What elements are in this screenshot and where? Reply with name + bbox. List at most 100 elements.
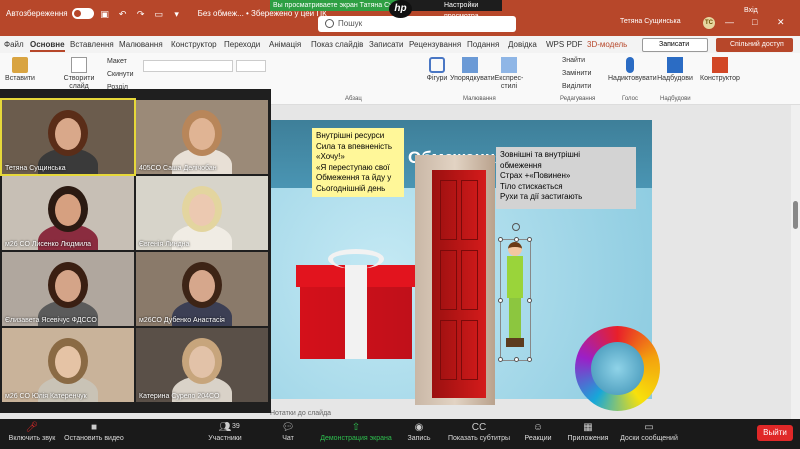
font-size-field[interactable] [236,60,266,72]
close-icon[interactable]: ✕ [777,17,785,28]
user-name[interactable]: Тетяна Сущинська [620,18,681,25]
selection-box[interactable] [498,223,532,362]
resize-handle[interactable] [498,357,503,362]
font-name-field[interactable] [143,60,233,72]
mute-button[interactable]: 🎤︎ Включить звук [4,421,60,442]
resize-handle[interactable] [527,237,532,242]
yellow-text-box[interactable]: Внутрішні ресурси Сила та впевненість «Х… [312,128,404,197]
login-link[interactable]: Вхід [744,7,758,14]
quick-styles-button[interactable]: Експрес-стилі [492,57,526,91]
participant-name: м26СО Дубенко Анастасія [139,317,225,324]
resize-handle[interactable] [498,298,503,303]
save-icon[interactable]: ▣ [100,9,110,19]
participants-button[interactable]: 👥︎ Участники [202,421,248,442]
rainbow-ring-image[interactable] [575,326,660,411]
apps-button[interactable]: ▦ Приложения [565,421,611,442]
dictate-button[interactable]: Надиктовувати [608,57,657,83]
participants-icon: 👥︎ [218,422,232,433]
gift-image[interactable] [296,249,416,359]
captions-button[interactable]: CC Показать субтитры [446,421,512,442]
tab-transitions[interactable]: Переходи [224,40,260,49]
share-screen-button[interactable]: ⇧ Демонстрация экрана [318,421,394,442]
participant-tile[interactable]: м26 СО Юлія Катеренчук [2,328,134,402]
video-button[interactable]: ■ Остановить видео [62,421,126,442]
tab-review[interactable]: Рецензування [409,40,461,49]
tab-wps-pdf[interactable]: WPS PDF [546,40,582,49]
tab-insert[interactable]: Вставлення [70,40,114,49]
dictate-label: Надиктовувати [608,75,657,82]
tab-help[interactable]: Довідка [508,40,537,49]
resize-handle[interactable] [498,237,503,242]
resize-handle[interactable] [514,237,519,242]
tab-design[interactable]: Конструктор [171,40,217,49]
hp-logo-icon: hp [389,0,412,18]
resize-handle[interactable] [514,357,519,362]
chat-button[interactable]: 💬︎ Чат [278,421,298,442]
door-image[interactable] [432,170,486,398]
participant-face [189,270,215,302]
tab-view[interactable]: Подання [467,40,499,49]
maximize-icon[interactable]: □ [752,17,757,27]
tab-draw[interactable]: Малювання [119,40,163,49]
undo-icon[interactable]: ↶ [118,9,128,19]
present-icon[interactable]: ▭ [154,9,164,19]
resize-handle[interactable] [527,298,532,303]
mute-label: Включить звук [8,435,56,442]
minimize-icon[interactable]: — [725,17,734,27]
record-meeting-button[interactable]: ◉ Запись [404,421,434,442]
tab-record[interactable]: Записати [369,40,404,49]
designer-label: Конструктор [700,75,740,82]
tab-home[interactable]: Основне [30,40,65,52]
door-panel [440,320,457,380]
layout-button[interactable]: Макет [107,58,127,66]
gray-text-box[interactable]: Зовнішні та внутрішні обмеження Страх +«… [496,147,636,209]
quick-styles-label: Експрес-стилі [494,75,524,90]
share-button[interactable]: Спільний доступ [716,38,793,52]
addins-button[interactable]: Надбудови [656,57,694,83]
new-slide-button[interactable]: Створити слайд [62,57,96,91]
participant-tile[interactable]: м26СО Дубенко Анастасія [136,252,268,326]
avatar[interactable]: ТС [703,17,715,29]
note-line: Тіло стискається [500,181,563,191]
scroll-thumb[interactable] [793,201,798,229]
resize-handle[interactable] [527,357,532,362]
paragraph-group-label: Абзац [345,96,362,102]
search-input[interactable]: Пошук [318,16,516,32]
shapes-button[interactable]: Фігури [424,57,450,83]
addins-label: Надбудови [657,75,693,82]
gift-bow [328,249,384,269]
reset-button[interactable]: Скинути [107,71,134,79]
replace-button[interactable]: Замінити [562,70,591,78]
tab-animations[interactable]: Анімація [269,40,301,49]
participant-tile[interactable]: Тетяна Сущинська [0,98,136,176]
microphone-icon [626,57,634,73]
whiteboards-button[interactable]: ▭ Доски сообщений [617,421,681,442]
participant-tile[interactable]: Катерина Сурело 204СО [136,328,268,402]
paste-button[interactable]: Вставити [5,57,35,83]
find-button[interactable]: Знайти [562,57,585,65]
autosave-toggle[interactable] [71,8,94,19]
participant-face [55,270,81,302]
participant-tile[interactable]: 405СО Саша Делічобан [136,100,268,174]
participant-tile[interactable]: Євгенія Линдна [136,176,268,250]
reactions-button[interactable]: ☺ Реакции [521,421,555,442]
select-button[interactable]: Виділити [562,83,591,91]
rotate-handle-icon[interactable] [512,223,520,231]
tab-file[interactable]: Файл [4,40,24,49]
door-panel [440,180,457,240]
designer-button[interactable]: Конструктор [698,57,742,83]
chat-label: Чат [282,435,294,442]
record-button[interactable]: Записати [642,38,708,52]
arrange-button[interactable]: Упорядкувати [450,57,495,83]
redo-icon[interactable]: ↷ [136,9,146,19]
customize-icon[interactable]: ▾ [172,9,182,19]
tab-3d-model[interactable]: 3D-модель [587,40,627,49]
vertical-scrollbar[interactable] [791,105,800,419]
leave-button[interactable]: Выйти [757,425,793,441]
participant-tile[interactable]: Єлизавета Ясевічус ФДССО [2,252,134,326]
tab-slideshow[interactable]: Показ слайдів [311,40,363,49]
slide-notes[interactable]: Нотатки до слайда [270,410,331,417]
view-options-button[interactable]: Настройки просмотра [400,0,502,20]
participant-name: Єлизавета Ясевічус ФДССО [5,317,97,324]
participant-tile[interactable]: м26 СО Лисенко Людмила [2,176,134,250]
